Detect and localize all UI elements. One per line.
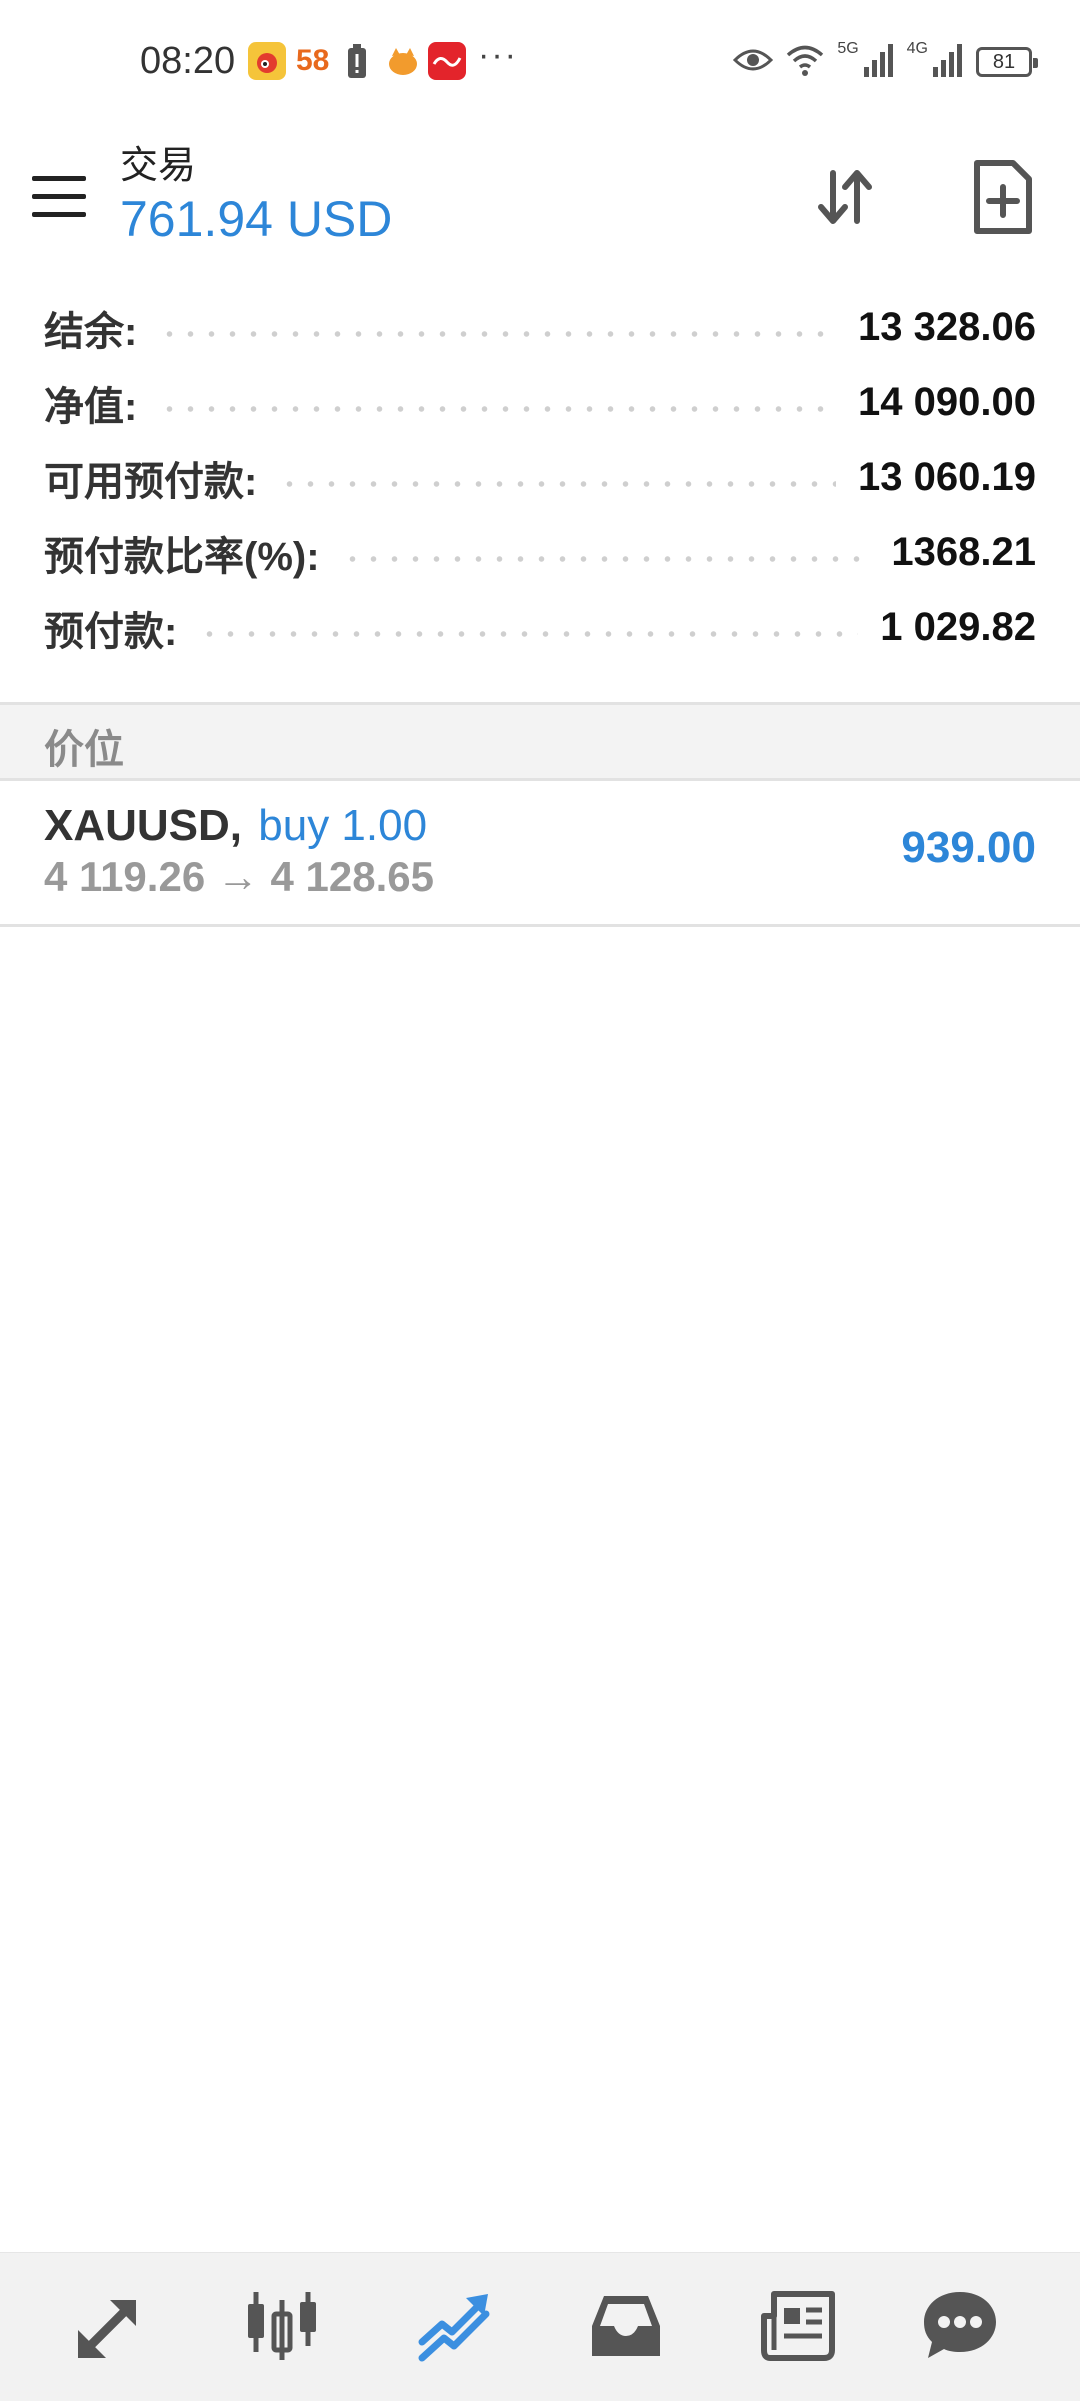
account-summary: 结余: 13 328.06 净值: 14 090.00 可用预付款: 13 06… bbox=[0, 290, 1080, 665]
trade-trend-icon bbox=[418, 2294, 490, 2362]
dot-leader bbox=[199, 630, 859, 637]
account-profit: 761.94 USD bbox=[120, 191, 393, 247]
section-title: 价位 bbox=[44, 728, 124, 772]
account-label: 可用预付款: bbox=[44, 459, 258, 504]
eye-icon bbox=[733, 46, 774, 79]
account-value: 1368.21 bbox=[891, 530, 1036, 574]
battery-level: 81 bbox=[992, 50, 1016, 73]
badge-58-text: 58 bbox=[296, 44, 330, 77]
battery-alert-icon bbox=[346, 44, 368, 85]
account-value: 14 090.00 bbox=[858, 380, 1036, 424]
position-type: buy 1.00 bbox=[258, 801, 428, 850]
dot-leader bbox=[279, 480, 837, 487]
menu-icon-line bbox=[32, 212, 86, 217]
account-value: 13 328.06 bbox=[858, 305, 1036, 349]
dot-leader bbox=[159, 405, 837, 412]
nav-chart[interactable] bbox=[232, 2281, 332, 2371]
account-label: 净值: bbox=[44, 384, 138, 429]
status-right: 5G 4G 81 bbox=[733, 40, 1038, 84]
sort-arrows-icon bbox=[818, 170, 872, 224]
position-symbol: XAUUSD, bbox=[44, 801, 243, 850]
position-row[interactable]: XAUUSD, buy 1.00 4 119.26 → 4 128.65 939… bbox=[0, 781, 1080, 924]
news-icon bbox=[761, 2291, 835, 2361]
menu-icon-line bbox=[32, 194, 86, 199]
nav-trade[interactable] bbox=[404, 2281, 504, 2371]
chat-bubble-icon bbox=[924, 2292, 996, 2358]
nav-history[interactable] bbox=[576, 2281, 676, 2371]
red-app-icon bbox=[428, 42, 466, 80]
account-label: 预付款: bbox=[44, 609, 178, 654]
new-document-icon bbox=[974, 160, 1032, 234]
account-row-balance: 结余: 13 328.06 bbox=[0, 290, 1080, 365]
positions-section-header: 价位 bbox=[0, 705, 1080, 778]
wifi-icon bbox=[785, 43, 825, 82]
inbox-icon bbox=[592, 2296, 660, 2356]
divider bbox=[0, 924, 1080, 927]
bottom-navigation bbox=[0, 2252, 1080, 2401]
position-title: XAUUSD, buy 1.00 bbox=[44, 801, 427, 851]
signal-4g-icon bbox=[932, 43, 964, 82]
sort-button[interactable] bbox=[800, 152, 890, 242]
dot-leader bbox=[341, 555, 870, 562]
more-notifications-icon: ··· bbox=[478, 36, 518, 74]
position-profit: 939.00 bbox=[901, 823, 1036, 872]
account-row-margin-level: 预付款比率(%): 1368.21 bbox=[0, 515, 1080, 590]
top-app-bar: 交易 761.94 USD bbox=[0, 130, 1080, 270]
signal-5g-icon bbox=[863, 43, 895, 82]
dot-leader bbox=[159, 330, 837, 337]
nav-quotes[interactable] bbox=[60, 2281, 160, 2371]
candlestick-icon bbox=[248, 2292, 316, 2360]
menu-button[interactable] bbox=[32, 170, 88, 226]
account-value: 1 029.82 bbox=[880, 605, 1036, 649]
weibo-icon bbox=[248, 42, 286, 80]
status-time: 08:20 bbox=[140, 40, 236, 82]
nav-news[interactable] bbox=[748, 2281, 848, 2371]
menu-icon bbox=[32, 176, 86, 181]
account-row-equity: 净值: 14 090.00 bbox=[0, 365, 1080, 440]
nav-messages[interactable] bbox=[910, 2281, 1010, 2371]
account-row-free-margin: 可用预付款: 13 060.19 bbox=[0, 440, 1080, 515]
status-bar: 08:20 58 ··· 5G 4G 81 bbox=[0, 0, 1080, 130]
new-order-button[interactable] bbox=[958, 152, 1048, 242]
quotes-arrows-icon bbox=[78, 2300, 136, 2358]
account-label: 结余: bbox=[44, 309, 138, 354]
58-app-icon: 58 bbox=[296, 44, 329, 78]
net-4g-label: 4G bbox=[906, 40, 928, 57]
account-label: 预付款比率(%): bbox=[44, 534, 320, 579]
account-value: 13 060.19 bbox=[858, 455, 1036, 499]
cat-app-icon bbox=[384, 42, 422, 80]
net-5g-label: 5G bbox=[837, 40, 859, 57]
position-prices: 4 119.26 → 4 128.65 bbox=[44, 853, 434, 900]
battery-icon: 81 bbox=[976, 47, 1038, 77]
account-row-margin: 预付款: 1 029.82 bbox=[0, 590, 1080, 665]
page-title: 交易 bbox=[120, 145, 197, 187]
